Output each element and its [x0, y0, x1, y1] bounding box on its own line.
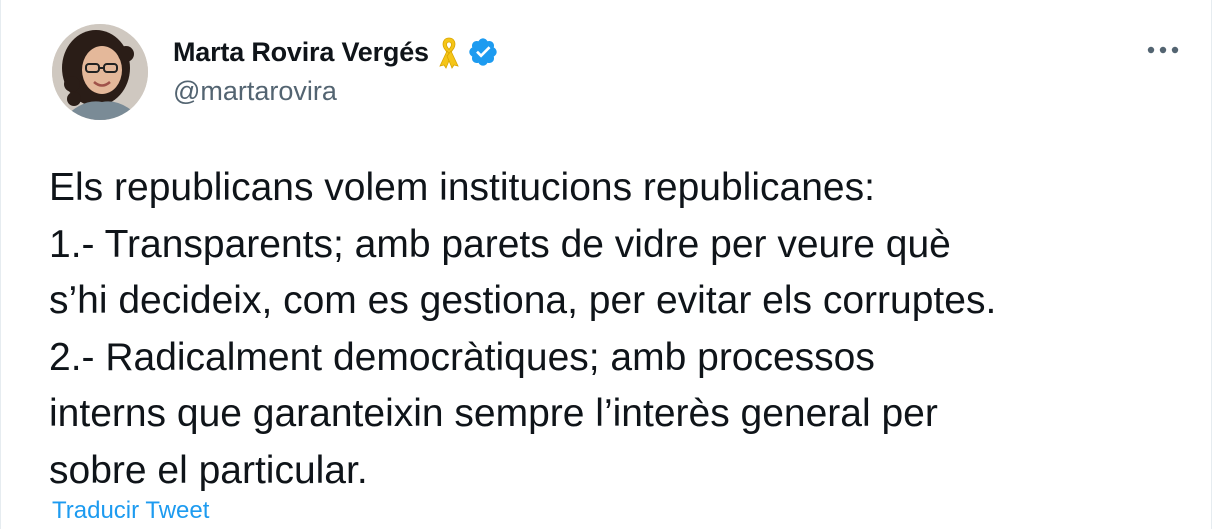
- avatar[interactable]: [52, 24, 148, 120]
- yellow-ribbon-icon: [437, 35, 461, 69]
- more-horizontal-icon: [1147, 46, 1179, 54]
- tweet-text-line: Els republicans volem institucions repub…: [49, 166, 875, 209]
- author-handle[interactable]: @martarovira: [173, 76, 337, 107]
- tweet-text-line: 2.- Radicalment democràtiques; amb proce…: [49, 335, 875, 379]
- more-options-button[interactable]: [1141, 32, 1185, 68]
- tweet-card: Marta Rovira Vergés @martarovira Els rep…: [0, 0, 1212, 529]
- tweet-text-line: s’hi decideix, com es gestiona, per evit…: [49, 279, 997, 322]
- avatar-image: [52, 24, 148, 120]
- tweet-text-line: interns que garanteixin sempre l’interès…: [49, 392, 938, 435]
- tweet-text-line: sobre el particular.: [49, 448, 368, 492]
- verified-badge-icon[interactable]: [467, 36, 499, 68]
- tweet-text: Els republicans volem institucions repub…: [49, 160, 1199, 499]
- author-display-name[interactable]: Marta Rovira Vergés: [173, 37, 429, 68]
- translate-tweet-link[interactable]: Traducir Tweet: [52, 497, 209, 525]
- author-name-row: Marta Rovira Vergés: [173, 32, 499, 72]
- tweet-text-line: 1.- Transparents; amb parets de vidre pe…: [49, 222, 951, 266]
